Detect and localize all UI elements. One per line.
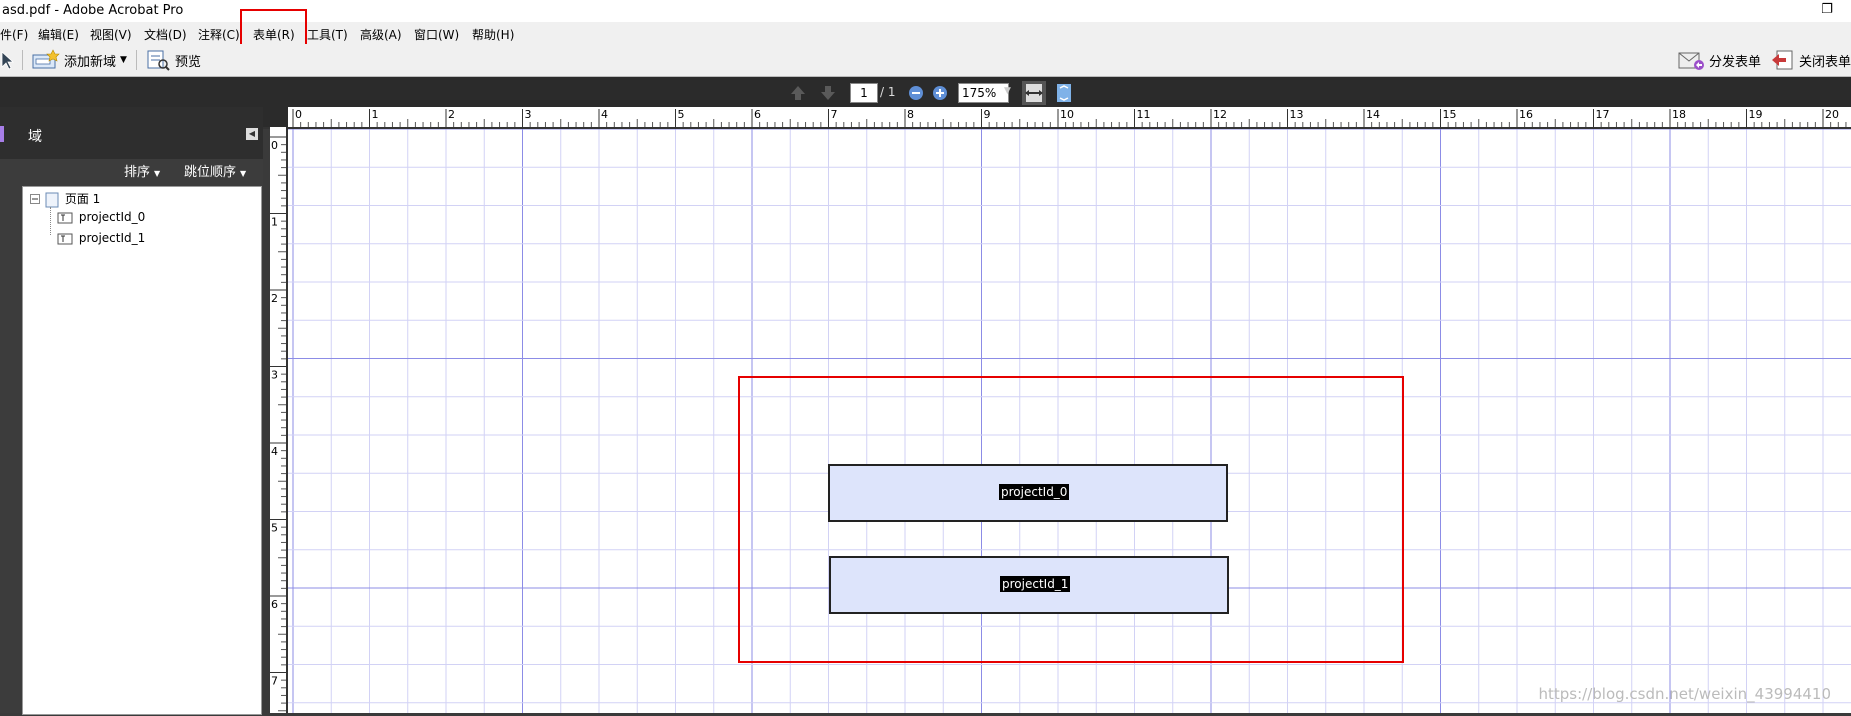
ruler-tick-label: 6 [754, 108, 761, 121]
add-field-icon [32, 49, 60, 69]
sort-button[interactable]: 排序 ▼ [124, 161, 160, 180]
tree-field-node[interactable]: projectId_1 [57, 231, 145, 245]
page-total: / 1 [880, 85, 896, 99]
tab-order-label: 跳位顺序 [184, 165, 237, 180]
page-number-input[interactable]: 1 [850, 83, 878, 103]
toolbar: 添加新域 ▼ 预览 分发表单 关闭表单 [0, 44, 1851, 77]
chevron-down-icon[interactable]: ▼ [120, 55, 127, 65]
select-tool-button[interactable] [0, 49, 16, 71]
ruler-tick-label: 5 [678, 108, 685, 121]
collapse-panel-icon[interactable]: ◀ [246, 128, 258, 140]
menu-document[interactable]: 文档(D) [144, 26, 187, 43]
ruler-tick-label: 11 [1137, 108, 1151, 121]
document-canvas[interactable]: projectId_0 projectId_1 https://blog.csd… [288, 129, 1851, 713]
ruler-tick-label: 1 [271, 216, 278, 229]
tree-field-label: projectId_0 [78, 210, 146, 224]
ruler-tick-label: 0 [271, 139, 278, 152]
tree-page-node[interactable]: 页面 1 [45, 190, 100, 208]
ruler-tick-label: 12 [1213, 108, 1227, 121]
tree-field-label: projectId_1 [78, 231, 146, 245]
ruler-tick-label: 4 [271, 445, 278, 458]
distribute-form-icon [1678, 52, 1704, 70]
fields-tree: 页面 1 projectId_0 projectId_1 [22, 186, 262, 715]
text-field-icon [57, 212, 73, 223]
ruler-tick-label: 19 [1749, 108, 1763, 121]
menu-view[interactable]: 视图(V) [90, 26, 132, 43]
fit-page-icon[interactable] [1054, 82, 1074, 104]
toolbar-separator [22, 50, 23, 70]
ruler-tick-label: 13 [1290, 108, 1304, 121]
previous-page-icon[interactable] [788, 83, 808, 103]
next-page-icon[interactable] [818, 83, 838, 103]
ruler-tick-label: 9 [984, 108, 991, 121]
ruler-corner [263, 107, 288, 127]
distribute-form-button[interactable]: 分发表单 [1678, 49, 1761, 71]
zoom-dropdown-chevron-icon[interactable]: ▼ [1004, 86, 1011, 96]
add-field-button[interactable]: 添加新域 ▼ [32, 49, 127, 71]
preview-label: 预览 [175, 54, 202, 70]
page-navigation-bar [0, 77, 1851, 107]
menu-tools[interactable]: 工具(T) [307, 26, 348, 43]
ruler-tick-label: 18 [1672, 108, 1686, 121]
horizontal-ruler: 0 1 2 3 4 5 6 7 8 9 10 11 12 13 14 15 16 17 18 19 20 [263, 107, 1851, 129]
ruler-tick-label: 8 [907, 108, 914, 121]
ruler-tick-label: 15 [1443, 108, 1457, 121]
close-form-icon [1772, 50, 1793, 70]
window-title: asd.pdf - Adobe Acrobat Pro [2, 3, 184, 18]
panel-tab-marker [0, 126, 4, 142]
zoom-in-icon[interactable] [932, 85, 948, 101]
chevron-down-icon: ▼ [154, 169, 161, 178]
ruler-tick-label: 7 [831, 108, 838, 121]
watermark: https://blog.csdn.net/weixin_43994410 [1538, 685, 1831, 703]
ruler-tick-label: 20 [1825, 108, 1839, 121]
ruler-tick-label: 17 [1596, 108, 1610, 121]
ruler-tick-label: 0 [295, 108, 302, 121]
distribute-form-label: 分发表单 [1709, 54, 1762, 70]
tree-connector [50, 207, 52, 235]
ruler-tick-label: 5 [271, 522, 278, 535]
ruler-tick-label: 14 [1366, 108, 1380, 121]
ruler-tick-label: 16 [1519, 108, 1533, 121]
menu-edit[interactable]: 编辑(E) [38, 26, 79, 43]
sort-label: 排序 [124, 165, 151, 180]
fields-panel-title: 域 [28, 129, 42, 145]
toolbar-separator [136, 50, 137, 70]
tab-order-button[interactable]: 跳位顺序 ▼ [184, 161, 246, 180]
ruler-tick-label: 7 [271, 675, 278, 688]
tree-page-label: 页面 1 [64, 192, 101, 206]
tree-field-node[interactable]: projectId_0 [57, 210, 145, 224]
arrow-cursor-icon [1, 51, 15, 70]
highlight-form-fields [738, 376, 1404, 663]
menu-window[interactable]: 窗口(W) [414, 26, 459, 43]
menu-advanced[interactable]: 高级(A) [360, 26, 402, 43]
text-field-icon [57, 233, 73, 244]
ruler-tick-label: 3 [271, 369, 278, 382]
menu-file[interactable]: 件(F) [0, 26, 28, 43]
add-field-label: 添加新域 [64, 54, 117, 70]
chevron-down-icon: ▼ [240, 169, 247, 178]
preview-icon [147, 50, 170, 71]
tree-expand-icon[interactable] [30, 193, 40, 207]
zoom-out-icon[interactable] [908, 85, 924, 101]
fit-width-icon[interactable] [1022, 81, 1046, 105]
ruler-tick-label: 4 [601, 108, 608, 121]
close-form-label: 关闭表单 [1799, 54, 1851, 70]
menu-help[interactable]: 帮助(H) [472, 26, 514, 43]
page-icon [45, 192, 59, 207]
menu-comments[interactable]: 注释(C) [198, 26, 240, 43]
preview-button[interactable]: 预览 [146, 49, 201, 71]
ruler-tick-label: 10 [1060, 108, 1074, 121]
restore-window-icon[interactable]: ❐ [1817, 0, 1837, 20]
ruler-tick-label: 1 [372, 108, 379, 121]
ruler-tick-label: 2 [448, 108, 455, 121]
ruler-tick-label: 6 [271, 598, 278, 611]
ruler-tick-label: 3 [525, 108, 532, 121]
vertical-ruler: 0 1 2 3 4 5 6 7 [270, 127, 288, 713]
close-form-editing-button[interactable]: 关闭表单 [1770, 49, 1851, 71]
ruler-tick-label: 2 [271, 292, 278, 305]
zoom-level-field[interactable]: 175% [958, 83, 1009, 103]
